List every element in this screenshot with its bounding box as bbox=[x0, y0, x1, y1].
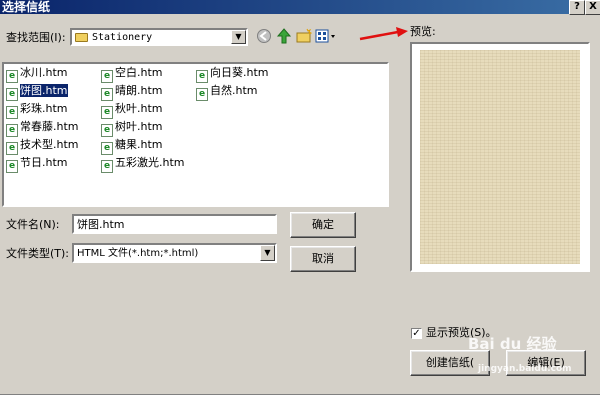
file-item[interactable]: e 彩珠.htm bbox=[6, 100, 79, 119]
up-folder-icon[interactable] bbox=[275, 28, 293, 46]
preview-paper bbox=[420, 50, 580, 264]
file-item[interactable]: e 空白.htm bbox=[101, 64, 185, 83]
filename-label: 文件名(N): bbox=[6, 218, 60, 231]
file-item[interactable]: e 晴朗.htm bbox=[101, 82, 185, 101]
file-item[interactable]: e 糖果.htm bbox=[101, 136, 185, 155]
preview-frame bbox=[410, 42, 590, 272]
file-item[interactable]: e 秋叶.htm bbox=[101, 100, 185, 119]
file-item[interactable]: e 常春藤.htm bbox=[6, 118, 79, 137]
file-item-selected[interactable]: e 饼图.htm bbox=[6, 82, 79, 101]
file-column-3: e 向日葵.htm e 自然.htm bbox=[196, 64, 269, 101]
file-item[interactable]: e 技术型.htm bbox=[6, 136, 79, 155]
close-button[interactable]: X bbox=[585, 0, 600, 15]
cancel-button[interactable]: 取消 bbox=[290, 246, 356, 272]
show-preview-checkbox[interactable]: ✓ bbox=[411, 328, 422, 339]
view-menu-icon[interactable] bbox=[315, 28, 337, 46]
filetype-value: HTML 文件(*.htm;*.html) bbox=[77, 248, 199, 259]
file-item[interactable]: e 冰川.htm bbox=[6, 64, 79, 83]
new-folder-icon[interactable] bbox=[295, 28, 313, 46]
lookin-combo[interactable]: Stationery ▼ bbox=[70, 28, 248, 46]
file-column-1: e 冰川.htm e 饼图.htm e 彩珠.htm e 常春藤.htm e 技术型.ht… bbox=[6, 64, 79, 173]
filetype-select[interactable]: HTML 文件(*.htm;*.html) ▼ bbox=[72, 243, 277, 263]
window-title: 选择信纸 bbox=[2, 0, 51, 14]
file-column-2: e 空白.htm e 晴朗.htm e 秋叶.htm e 树叶.htm e 糖果.htm … bbox=[101, 64, 185, 173]
lookin-label: 查找范围(I): bbox=[6, 31, 66, 44]
lookin-dropdown-button[interactable]: ▼ bbox=[231, 30, 246, 44]
html-file-icon: e bbox=[6, 160, 18, 173]
title-bar: 选择信纸 ? X bbox=[0, 0, 600, 15]
file-item[interactable]: e 树叶.htm bbox=[101, 118, 185, 137]
file-list[interactable]: e 冰川.htm e 饼图.htm e 彩珠.htm e 常春藤.htm e 技术型.ht… bbox=[2, 62, 389, 207]
help-button[interactable]: ? bbox=[569, 0, 585, 15]
annotation-arrow-icon bbox=[359, 27, 408, 41]
file-item[interactable]: e 向日葵.htm bbox=[196, 64, 269, 83]
file-item[interactable]: e 节日.htm bbox=[6, 154, 79, 173]
folder-icon bbox=[75, 33, 88, 42]
back-arrow-icon[interactable] bbox=[255, 28, 273, 46]
preview-label: 预览: bbox=[410, 25, 436, 38]
file-item[interactable]: e 五彩激光.htm bbox=[101, 154, 185, 173]
filetype-label: 文件类型(T): bbox=[6, 247, 70, 260]
ok-button[interactable]: 确定 bbox=[290, 212, 356, 238]
filename-input[interactable]: 饼图.htm bbox=[72, 214, 277, 234]
filename-value: 饼图.htm bbox=[77, 218, 125, 231]
html-file-icon: e bbox=[196, 88, 208, 101]
file-item[interactable]: e 自然.htm bbox=[196, 82, 269, 101]
html-file-icon: e bbox=[101, 160, 113, 173]
filetype-dropdown-button[interactable]: ▼ bbox=[260, 245, 275, 261]
baidu-watermark-url: jingyan.baidu.com bbox=[478, 364, 572, 374]
baidu-watermark: Bai du 经验 bbox=[468, 335, 557, 353]
lookin-value: Stationery bbox=[92, 32, 153, 43]
